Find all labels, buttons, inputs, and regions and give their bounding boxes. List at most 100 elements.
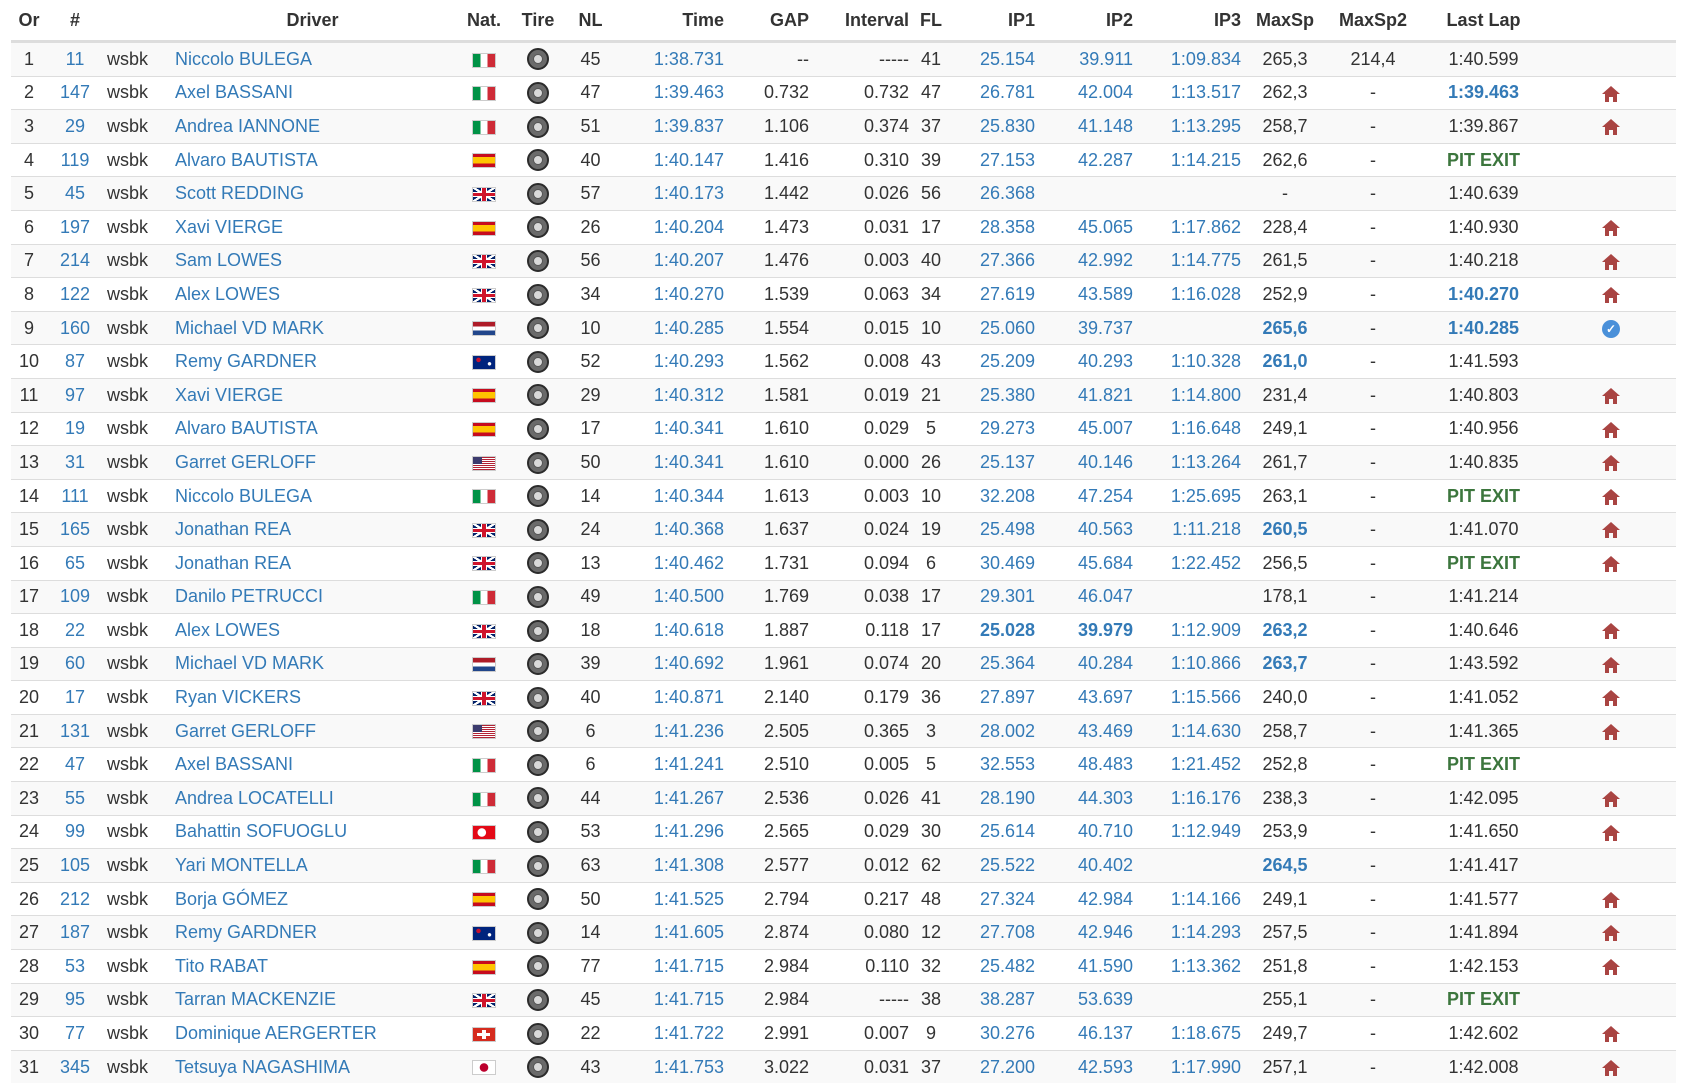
table-row[interactable]: 6 197 wsbk Xavi VIERGE 26 1:40.204 1.473… [11, 210, 1676, 244]
rider-number-link[interactable]: 77 [65, 1023, 85, 1043]
cell-number[interactable]: 60 [47, 647, 103, 681]
rider-number-link[interactable]: 165 [60, 519, 90, 539]
col-header-last-lap[interactable]: Last Lap [1421, 0, 1546, 42]
col-header-ip1[interactable]: IP1 [949, 0, 1039, 42]
rider-number-link[interactable]: 131 [60, 721, 90, 741]
cell-number[interactable]: 31 [47, 446, 103, 480]
table-row[interactable]: 30 77 wsbk Dominique AERGERTER 22 1:41.7… [11, 1017, 1676, 1051]
driver-name-link[interactable]: Niccolo BULEGA [169, 49, 312, 69]
table-row[interactable]: 4 119 wsbk Alvaro BAUTISTA 40 1:40.147 1… [11, 143, 1676, 177]
table-row[interactable]: 31 345 wsbk Tetsuya NAGASHIMA 43 1:41.75… [11, 1050, 1676, 1083]
table-row[interactable]: 1 11 wsbk Niccolo BULEGA 45 1:38.731 -- … [11, 42, 1676, 77]
cell-number[interactable]: 214 [47, 244, 103, 278]
rider-number-link[interactable]: 111 [61, 486, 88, 506]
table-row[interactable]: 13 31 wsbk Garret GERLOFF 50 1:40.341 1.… [11, 446, 1676, 480]
cell-number[interactable]: 109 [47, 580, 103, 614]
table-row[interactable]: 12 19 wsbk Alvaro BAUTISTA 17 1:40.341 1… [11, 412, 1676, 446]
driver-name-link[interactable]: Andrea IANNONE [169, 116, 320, 136]
cell-driver[interactable]: Alex LOWES [165, 614, 460, 648]
driver-name-link[interactable]: Bahattin SOFUOGLU [169, 821, 347, 841]
cell-number[interactable]: 187 [47, 916, 103, 950]
driver-name-link[interactable]: Michael VD MARK [169, 318, 324, 338]
cell-driver[interactable]: Remy GARDNER [165, 345, 460, 379]
driver-name-link[interactable]: Remy GARDNER [169, 351, 317, 371]
rider-number-link[interactable]: 29 [65, 116, 85, 136]
rider-number-link[interactable]: 11 [66, 49, 85, 69]
table-row[interactable]: 29 95 wsbk Tarran MACKENZIE 45 1:41.715 … [11, 983, 1676, 1017]
cell-number[interactable]: 99 [47, 815, 103, 849]
cell-driver[interactable]: Xavi VIERGE [165, 378, 460, 412]
rider-number-link[interactable]: 105 [60, 855, 90, 875]
table-row[interactable]: 19 60 wsbk Michael VD MARK 39 1:40.692 1… [11, 647, 1676, 681]
driver-name-link[interactable]: Niccolo BULEGA [169, 486, 312, 506]
cell-number[interactable]: 147 [47, 76, 103, 110]
cell-number[interactable]: 11 [47, 42, 103, 77]
cell-number[interactable]: 122 [47, 278, 103, 312]
table-row[interactable]: 20 17 wsbk Ryan VICKERS 40 1:40.871 2.14… [11, 681, 1676, 715]
cell-number[interactable]: 119 [47, 143, 103, 177]
table-row[interactable]: 7 214 wsbk Sam LOWES 56 1:40.207 1.476 0… [11, 244, 1676, 278]
col-header-tire[interactable]: Tire [508, 0, 568, 42]
cell-number[interactable]: 22 [47, 614, 103, 648]
cell-driver[interactable]: Tetsuya NAGASHIMA [165, 1050, 460, 1083]
table-row[interactable]: 15 165 wsbk Jonathan REA 24 1:40.368 1.6… [11, 513, 1676, 547]
table-row[interactable]: 24 99 wsbk Bahattin SOFUOGLU 53 1:41.296… [11, 815, 1676, 849]
rider-number-link[interactable]: 19 [65, 418, 85, 438]
table-row[interactable]: 5 45 wsbk Scott REDDING 57 1:40.173 1.44… [11, 177, 1676, 211]
driver-name-link[interactable]: Xavi VIERGE [169, 217, 283, 237]
cell-driver[interactable]: Andrea LOCATELLI [165, 782, 460, 816]
cell-driver[interactable]: Michael VD MARK [165, 647, 460, 681]
col-header-driver[interactable]: Driver [165, 0, 460, 42]
cell-driver[interactable]: Tito RABAT [165, 950, 460, 984]
rider-number-link[interactable]: 31 [65, 452, 85, 472]
col-header-fl[interactable]: FL [913, 0, 949, 42]
driver-name-link[interactable]: Remy GARDNER [169, 922, 317, 942]
cell-number[interactable]: 131 [47, 714, 103, 748]
driver-name-link[interactable]: Ryan VICKERS [169, 687, 301, 707]
table-row[interactable]: 14 111 wsbk Niccolo BULEGA 14 1:40.344 1… [11, 479, 1676, 513]
table-row[interactable]: 10 87 wsbk Remy GARDNER 52 1:40.293 1.56… [11, 345, 1676, 379]
col-header-nl[interactable]: NL [568, 0, 613, 42]
col-header-number[interactable]: # [47, 0, 103, 42]
cell-driver[interactable]: Garret GERLOFF [165, 714, 460, 748]
cell-driver[interactable]: Niccolo BULEGA [165, 479, 460, 513]
table-row[interactable]: 23 55 wsbk Andrea LOCATELLI 44 1:41.267 … [11, 782, 1676, 816]
driver-name-link[interactable]: Yari MONTELLA [169, 855, 308, 875]
driver-name-link[interactable]: Tetsuya NAGASHIMA [169, 1057, 350, 1077]
table-row[interactable]: 26 212 wsbk Borja GÓMEZ 50 1:41.525 2.79… [11, 882, 1676, 916]
rider-number-link[interactable]: 212 [60, 889, 90, 909]
driver-name-link[interactable]: Michael VD MARK [169, 653, 324, 673]
driver-name-link[interactable]: Danilo PETRUCCI [169, 586, 323, 606]
col-header-maxsp[interactable]: MaxSp [1245, 0, 1325, 42]
driver-name-link[interactable]: Scott REDDING [169, 183, 304, 203]
cell-number[interactable]: 29 [47, 110, 103, 144]
col-header-interval[interactable]: Interval [813, 0, 913, 42]
rider-number-link[interactable]: 99 [65, 821, 85, 841]
cell-driver[interactable]: Scott REDDING [165, 177, 460, 211]
driver-name-link[interactable]: Dominique AERGERTER [169, 1023, 377, 1043]
table-row[interactable]: 27 187 wsbk Remy GARDNER 14 1:41.605 2.8… [11, 916, 1676, 950]
table-row[interactable]: 9 160 wsbk Michael VD MARK 10 1:40.285 1… [11, 311, 1676, 345]
cell-driver[interactable]: Michael VD MARK [165, 311, 460, 345]
driver-name-link[interactable]: Sam LOWES [169, 250, 282, 270]
cell-driver[interactable]: Dominique AERGERTER [165, 1017, 460, 1051]
cell-driver[interactable]: Alvaro BAUTISTA [165, 412, 460, 446]
col-header-or[interactable]: Or [11, 0, 47, 42]
rider-number-link[interactable]: 345 [60, 1057, 90, 1077]
col-header-ip3[interactable]: IP3 [1137, 0, 1245, 42]
rider-number-link[interactable]: 22 [65, 620, 85, 640]
rider-number-link[interactable]: 53 [65, 956, 85, 976]
cell-number[interactable]: 111 [47, 479, 103, 513]
table-row[interactable]: 18 22 wsbk Alex LOWES 18 1:40.618 1.887 … [11, 614, 1676, 648]
rider-number-link[interactable]: 17 [65, 687, 85, 707]
cell-driver[interactable]: Tarran MACKENZIE [165, 983, 460, 1017]
table-row[interactable]: 28 53 wsbk Tito RABAT 77 1:41.715 2.984 … [11, 950, 1676, 984]
table-row[interactable]: 22 47 wsbk Axel BASSANI 6 1:41.241 2.510… [11, 748, 1676, 782]
cell-number[interactable]: 160 [47, 311, 103, 345]
rider-number-link[interactable]: 187 [60, 922, 90, 942]
col-header-nat[interactable]: Nat. [460, 0, 508, 42]
rider-number-link[interactable]: 119 [61, 150, 90, 170]
cell-driver[interactable]: Yari MONTELLA [165, 849, 460, 883]
rider-number-link[interactable]: 87 [65, 351, 85, 371]
rider-number-link[interactable]: 160 [60, 318, 90, 338]
